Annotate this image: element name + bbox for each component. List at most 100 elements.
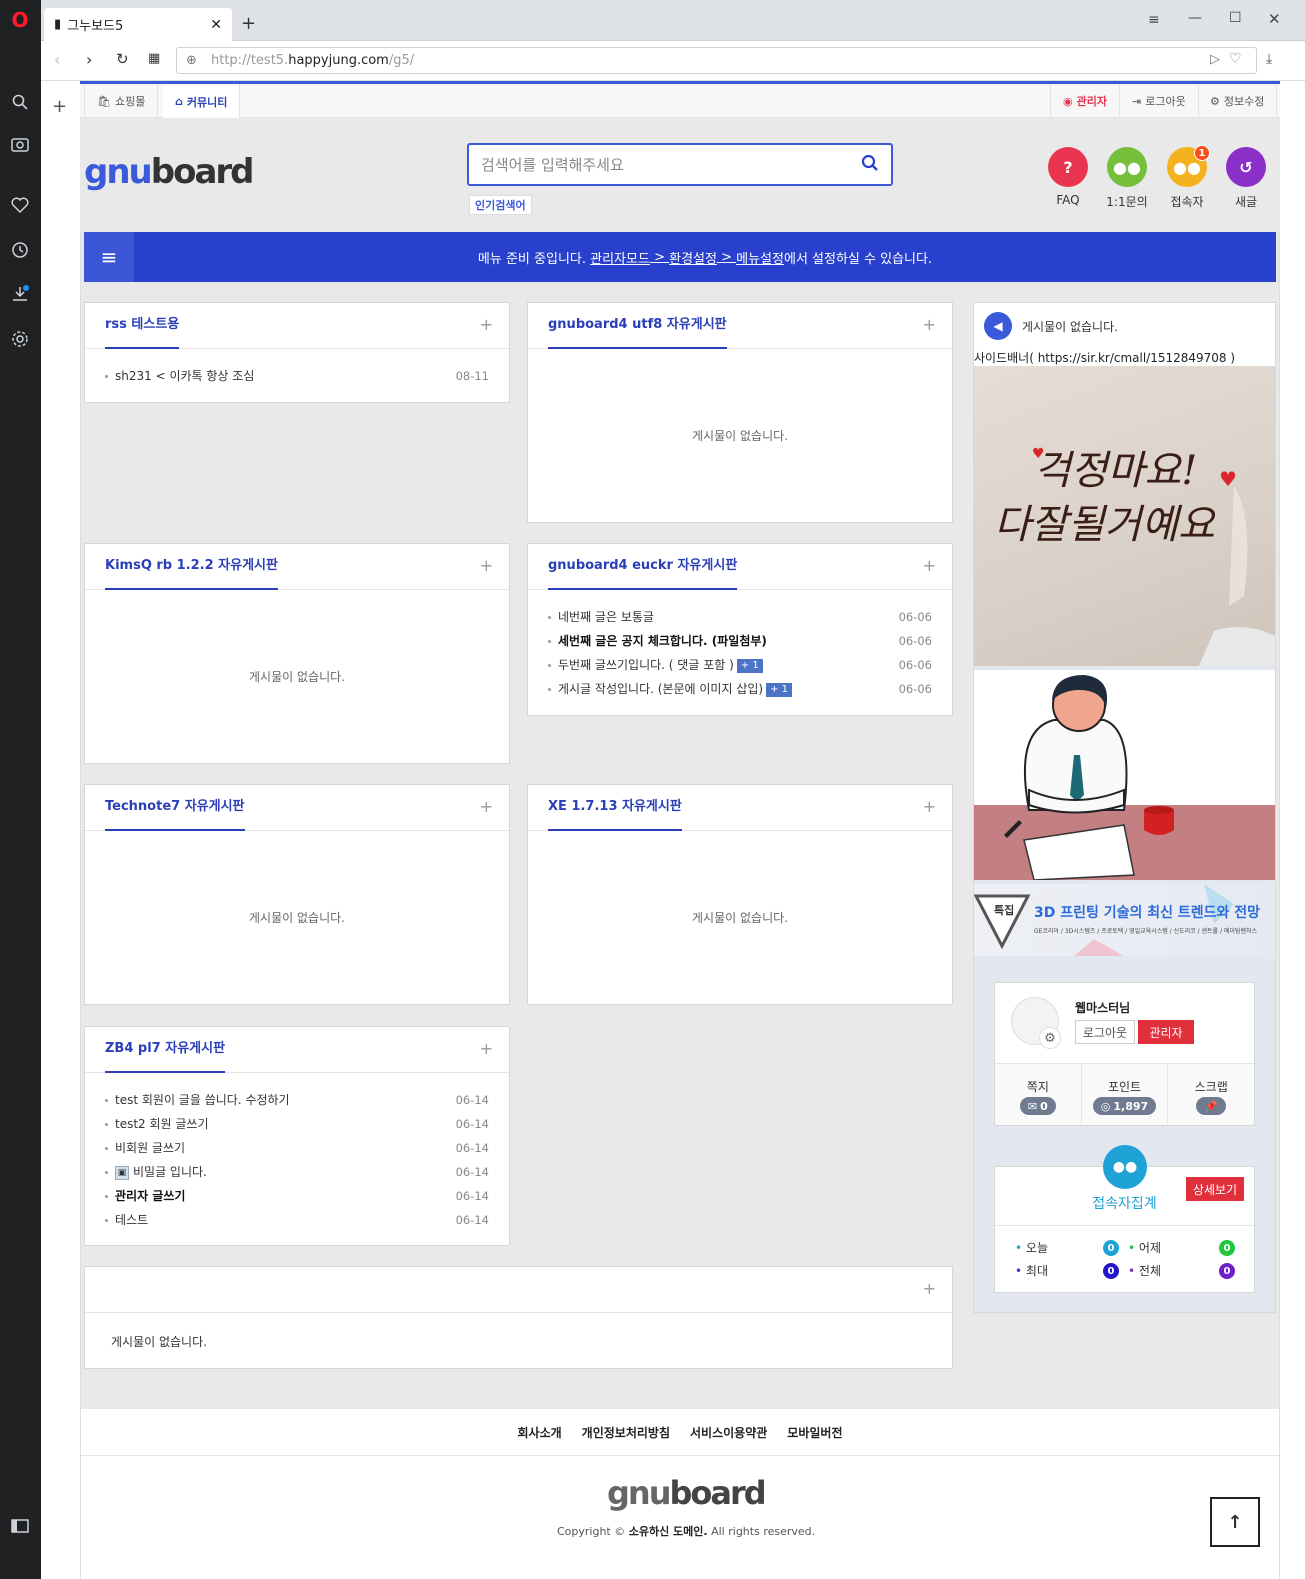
search-icon[interactable] bbox=[8, 90, 32, 114]
download-icon[interactable]: ⤓ bbox=[1266, 51, 1272, 67]
board-title[interactable]: gnuboard4 utf8 자유게시판 bbox=[548, 303, 727, 349]
list-item[interactable]: 테스트 06-14 bbox=[85, 1208, 509, 1232]
more-plus-icon[interactable]: + bbox=[480, 797, 493, 816]
config-link[interactable]: 환경설정 bbox=[669, 248, 717, 267]
more-plus-icon[interactable]: + bbox=[923, 556, 936, 575]
post-title[interactable]: 두번째 글쓰기입니다. ( 댓글 포함 ) bbox=[558, 658, 734, 672]
board-title[interactable]: gnuboard4 euckr 자유게시판 bbox=[548, 544, 738, 590]
settings-icon[interactable] bbox=[8, 327, 32, 351]
footer-link-privacy[interactable]: 개인정보처리방침 bbox=[582, 1424, 670, 1441]
browser-tab[interactable]: ▮ 그누보드5 ✕ bbox=[44, 8, 232, 41]
url-field[interactable]: http://test5. happyjung.com/g5/ bbox=[176, 47, 1257, 74]
visit-detail-button[interactable]: 상세보기 bbox=[1186, 1177, 1244, 1201]
new-tab-icon[interactable]: + bbox=[241, 13, 256, 34]
search-input[interactable]: 검색어를 입력해주세요 bbox=[467, 143, 893, 186]
add-panel-icon[interactable]: + bbox=[52, 96, 67, 117]
list-item[interactable]: 관리자 글쓰기 06-14 bbox=[85, 1184, 509, 1208]
side-banner-3d-printing[interactable]: 특집 3D 프린팅 기술의 최신 트렌드와 전망 GE코리아 / 3D시스템즈 … bbox=[974, 884, 1275, 956]
more-plus-icon[interactable]: + bbox=[480, 556, 493, 575]
list-item[interactable]: 게시글 작성입니다. (본문에 이미지 삽입) + 1 06-06 bbox=[528, 677, 952, 701]
list-item[interactable]: test 회원이 글을 씁니다. 수정하기 06-14 bbox=[85, 1088, 509, 1112]
board-title[interactable]: Technote7 자유게시판 bbox=[105, 785, 245, 831]
footer-link-terms[interactable]: 서비스이용약관 bbox=[690, 1424, 767, 1441]
post-title[interactable]: sh231 < 이카톡 항상 조심 bbox=[115, 369, 254, 383]
history-icon[interactable] bbox=[8, 238, 32, 262]
more-plus-icon[interactable]: + bbox=[480, 1039, 493, 1058]
post-title[interactable]: test2 회원 글쓰기 bbox=[115, 1117, 209, 1131]
side-banner-illustration[interactable] bbox=[974, 670, 1275, 881]
quick-new-posts[interactable]: ↺ 새글 bbox=[1215, 147, 1277, 210]
more-plus-icon[interactable]: + bbox=[480, 315, 493, 334]
sidebar-toggle-icon[interactable] bbox=[8, 1514, 32, 1538]
footer-link-mobile[interactable]: 모바일버전 bbox=[787, 1424, 842, 1441]
board-title[interactable]: KimsQ rb 1.2.2 자유게시판 bbox=[105, 544, 278, 590]
board-title[interactable]: ZB4 pl7 자유게시판 bbox=[105, 1027, 226, 1073]
hamburger-menu-icon[interactable]: ≡ bbox=[84, 232, 134, 282]
nav-admin[interactable]: ◉ 관리자 bbox=[1050, 84, 1120, 118]
list-item[interactable]: 세번째 글은 공지 체크합니다. (파일첨부) 06-06 bbox=[528, 629, 952, 653]
nav-logout[interactable]: ⇥ 로그아웃 bbox=[1120, 84, 1199, 118]
gear-icon[interactable]: ⚙ bbox=[1039, 1027, 1061, 1049]
search-icon[interactable] bbox=[861, 154, 879, 176]
post-title[interactable]: 게시글 작성입니다. (본문에 이미지 삽입) bbox=[558, 682, 763, 696]
post-title[interactable]: 관리자 글쓰기 bbox=[115, 1189, 185, 1203]
more-plus-icon[interactable]: + bbox=[923, 315, 936, 334]
board-title[interactable]: XE 1.7.13 자유게시판 bbox=[548, 785, 682, 831]
memo-link[interactable]: 쪽지 ✉ 0 bbox=[995, 1064, 1082, 1125]
point-link[interactable]: 포인트 ◎ 1,897 bbox=[1082, 1064, 1169, 1125]
forward-icon[interactable]: › bbox=[86, 50, 92, 69]
footer-link-about[interactable]: 회사소개 bbox=[518, 1424, 562, 1441]
post-title[interactable]: 비회원 글쓰기 bbox=[115, 1141, 185, 1155]
downloads-icon[interactable] bbox=[8, 282, 32, 306]
reload-icon[interactable]: ↻ bbox=[116, 50, 129, 68]
banner3-tag: 특집 bbox=[994, 904, 1015, 917]
post-title[interactable]: 테스트 bbox=[115, 1213, 148, 1227]
close-window-icon[interactable]: ✕ bbox=[1268, 10, 1281, 28]
opera-logo-icon[interactable]: O bbox=[8, 8, 32, 32]
list-item[interactable]: 비회원 글쓰기 06-14 bbox=[85, 1136, 509, 1160]
nav-community[interactable]: ⌂ 커뮤니티 bbox=[163, 84, 241, 119]
quick-faq[interactable]: ? FAQ bbox=[1037, 147, 1099, 207]
board-title[interactable]: rss 테스트용 bbox=[105, 303, 180, 349]
list-item[interactable]: 두번째 글쓰기입니다. ( 댓글 포함 ) + 1 06-06 bbox=[528, 653, 952, 677]
post-date: 06-14 bbox=[455, 1093, 489, 1107]
site-logo[interactable]: gnuboard bbox=[84, 152, 254, 192]
top-nav: 🛍 쇼핑몰 ⌂ 커뮤니티 ◉ 관리자 ⇥ 로그아웃 ⚙ 정보수정 bbox=[80, 81, 1280, 119]
scroll-top-button[interactable]: ↑ bbox=[1210, 1497, 1260, 1547]
post-title[interactable]: 비밀글 입니다. bbox=[133, 1165, 207, 1179]
nav-shop[interactable]: 🛍 쇼핑몰 bbox=[84, 84, 159, 118]
menu-config-link[interactable]: 메뉴설정 bbox=[736, 248, 784, 267]
send-icon[interactable]: ▷ bbox=[1210, 52, 1220, 67]
quick-inquiry[interactable]: ●● 1:1문의 bbox=[1096, 147, 1158, 210]
hot-keywords-button[interactable]: 인기검색어 bbox=[469, 195, 532, 215]
side-banner-calligraphy[interactable]: 걱정마요! 다잘될거예요 ♥ ♥ bbox=[974, 366, 1275, 666]
minimize-icon[interactable]: — bbox=[1188, 10, 1202, 26]
maximize-icon[interactable]: ☐ bbox=[1229, 10, 1242, 26]
admin-mode-link[interactable]: 관리자모드 bbox=[590, 248, 650, 267]
list-item[interactable]: 네번째 글은 보통글 06-06 bbox=[528, 605, 952, 629]
list-item[interactable]: ▣ 비밀글 입니다. 06-14 bbox=[85, 1160, 509, 1184]
logout-button[interactable]: 로그아웃 bbox=[1075, 1020, 1135, 1044]
admin-button[interactable]: 관리자 bbox=[1138, 1020, 1194, 1044]
post-title[interactable]: test 회원이 글을 씁니다. 수정하기 bbox=[115, 1093, 290, 1107]
users-icon: ●● bbox=[1103, 1145, 1147, 1189]
scrap-link[interactable]: 스크랩 📌 bbox=[1168, 1064, 1254, 1125]
nav-edit-info[interactable]: ⚙ 정보수정 bbox=[1198, 84, 1278, 118]
post-title[interactable]: 세번째 글은 공지 체크합니다. (파일첨부) bbox=[558, 634, 767, 648]
speed-dial-icon[interactable]: ▦ bbox=[148, 51, 160, 66]
heart-icon[interactable] bbox=[8, 193, 32, 217]
board-wide: + 게시물이 없습니다. bbox=[84, 1266, 953, 1369]
tab-menu-icon[interactable]: ≡ bbox=[1148, 12, 1160, 28]
bookmark-heart-icon[interactable]: ♡ bbox=[1229, 51, 1242, 67]
list-item[interactable]: test2 회원 글쓰기 06-14 bbox=[85, 1112, 509, 1136]
list-item[interactable]: sh231 < 이카톡 항상 조심 08-11 bbox=[85, 364, 509, 388]
back-icon[interactable]: ‹ bbox=[54, 50, 60, 69]
camera-icon[interactable] bbox=[8, 132, 32, 156]
more-plus-icon[interactable]: + bbox=[923, 1279, 936, 1298]
quick-visitors[interactable]: ●● 1 접속자 bbox=[1156, 145, 1218, 210]
post-title[interactable]: 네번째 글은 보통글 bbox=[558, 610, 654, 624]
close-tab-icon[interactable]: ✕ bbox=[210, 17, 222, 33]
board-zb4: ZB4 pl7 자유게시판 + test 회원이 글을 씁니다. 수정하기 06-1… bbox=[84, 1026, 510, 1246]
scrap-count: 📌 bbox=[1196, 1097, 1227, 1115]
more-plus-icon[interactable]: + bbox=[923, 797, 936, 816]
